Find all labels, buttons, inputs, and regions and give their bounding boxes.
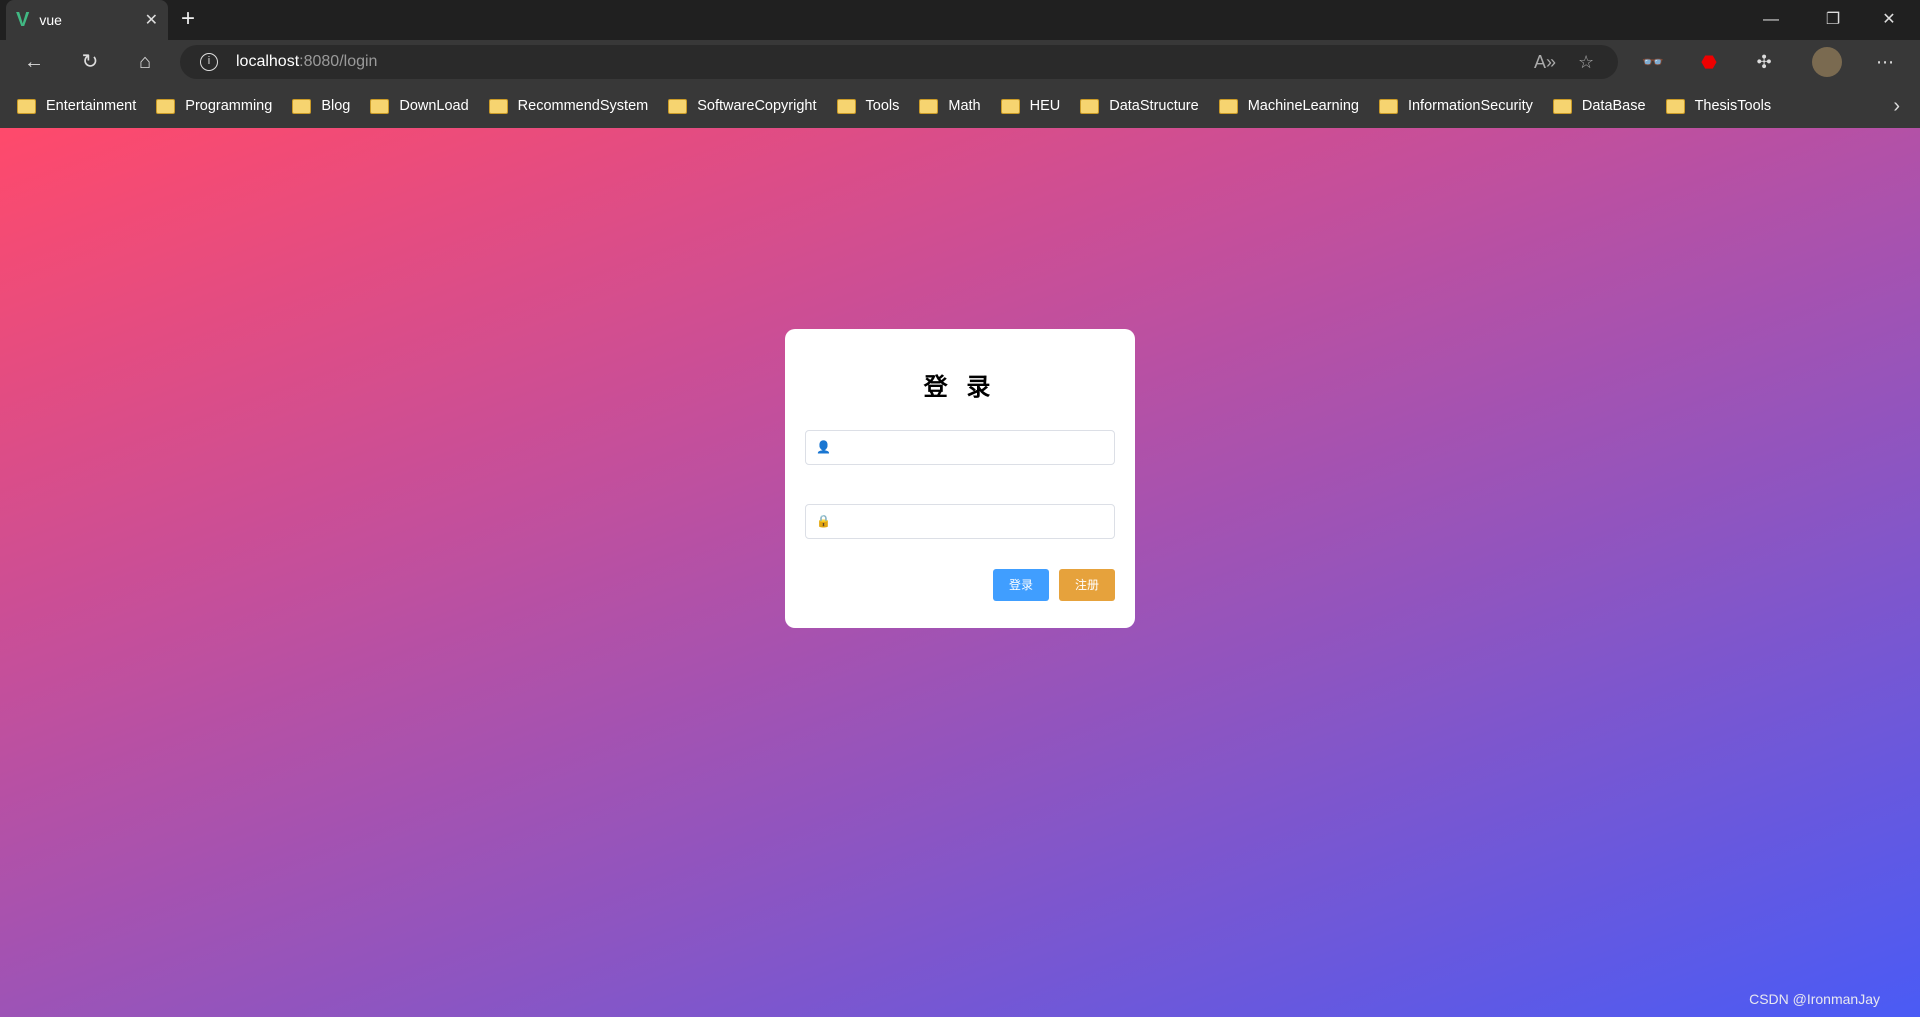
folder-icon xyxy=(1218,98,1238,114)
bookmark-label: DataBase xyxy=(1581,98,1646,114)
tab-bar: V vue ✕ + — ❐ ✕ xyxy=(0,0,1920,40)
folder-icon xyxy=(1665,98,1685,114)
folder-icon xyxy=(488,98,508,114)
bookmark-label: Math xyxy=(948,98,981,114)
bookmark-database[interactable]: DataBase xyxy=(1552,98,1646,114)
folder-icon xyxy=(1552,98,1572,114)
folder-icon xyxy=(1000,98,1020,114)
folder-icon xyxy=(370,98,390,114)
more-menu-icon[interactable]: ⋯ xyxy=(1870,47,1900,77)
bookmark-label: MachineLearning xyxy=(1247,98,1359,114)
bookmark-label: RecommendSystem xyxy=(517,98,649,114)
folder-icon xyxy=(919,98,939,114)
bookmark-label: Tools xyxy=(865,98,900,114)
bookmarks-more-icon[interactable]: › xyxy=(1893,95,1900,118)
bookmark-informationsecurity[interactable]: InformationSecurity xyxy=(1378,98,1533,114)
bookmark-label: ThesisTools xyxy=(1694,98,1772,114)
extension-glasses-icon[interactable]: 👓 xyxy=(1638,47,1668,77)
bookmark-label: Entertainment xyxy=(46,98,137,114)
login-card: 登 录 👤 🔒 登录 注册 xyxy=(785,329,1135,628)
login-page: 登 录 👤 🔒 登录 注册 CSDN @IronmanJay xyxy=(0,128,1920,1017)
bookmark-blog[interactable]: Blog xyxy=(292,98,350,114)
watermark: CSDN @IronmanJay xyxy=(1749,991,1880,1007)
tab-title: vue xyxy=(39,12,62,28)
bookmark-thesistools[interactable]: ThesisTools xyxy=(1665,98,1772,114)
avatar[interactable] xyxy=(1812,47,1842,77)
username-input[interactable]: 👤 xyxy=(805,430,1115,465)
bookmark-math[interactable]: Math xyxy=(919,98,981,114)
bookmark-label: DownLoad xyxy=(399,98,469,114)
back-icon[interactable]: ← xyxy=(18,46,50,78)
bookmark-softwarecopyright[interactable]: SoftwareCopyright xyxy=(668,98,817,114)
adblock-icon[interactable]: ⬣ xyxy=(1694,47,1724,77)
url-path: :8080/login xyxy=(299,53,378,70)
folder-icon xyxy=(1378,98,1398,114)
vue-logo-icon: V xyxy=(16,8,30,31)
bookmark-machinelearning[interactable]: MachineLearning xyxy=(1218,98,1359,114)
folder-icon xyxy=(292,98,312,114)
folder-icon xyxy=(1080,98,1100,114)
window-close-button[interactable]: ✕ xyxy=(1866,0,1912,40)
bookmark-recommendsystem[interactable]: RecommendSystem xyxy=(488,98,649,114)
bookmark-programming[interactable]: Programming xyxy=(156,98,272,114)
url-host: localhost xyxy=(236,53,300,70)
folder-icon xyxy=(668,98,688,114)
restore-button[interactable]: ❐ xyxy=(1810,0,1856,40)
add-favorite-icon[interactable]: ☆ xyxy=(1578,52,1594,73)
password-input[interactable]: 🔒 xyxy=(805,504,1115,539)
bookmarks-bar: Entertainment Programming Blog DownLoad … xyxy=(0,84,1920,128)
bookmark-label: InformationSecurity xyxy=(1407,98,1533,114)
close-tab-icon[interactable]: ✕ xyxy=(145,10,158,30)
toolbar: ← ↻ ⌂ i localhost:8080/login A» ☆ 👓 ⬣ ✣ … xyxy=(0,40,1920,84)
bookmark-label: Blog xyxy=(321,98,351,114)
folder-icon xyxy=(836,98,856,114)
bookmark-label: Programming xyxy=(185,98,273,114)
bookmark-label: SoftwareCopyright xyxy=(697,98,817,114)
bookmark-entertainment[interactable]: Entertainment xyxy=(17,98,136,114)
refresh-icon[interactable]: ↻ xyxy=(74,46,106,78)
bookmark-label: HEU xyxy=(1029,98,1061,114)
folder-icon xyxy=(17,98,36,114)
bookmark-tools[interactable]: Tools xyxy=(836,98,900,114)
tab-vue[interactable]: V vue ✕ xyxy=(6,0,168,40)
info-icon[interactable]: i xyxy=(200,53,218,71)
user-icon: 👤 xyxy=(816,440,831,454)
extensions-icon[interactable]: ✣ xyxy=(1749,47,1779,77)
new-tab-button[interactable]: + xyxy=(172,4,204,36)
login-button[interactable]: 登录 xyxy=(993,569,1049,601)
read-aloud-icon[interactable]: A» xyxy=(1534,52,1556,73)
bookmark-download[interactable]: DownLoad xyxy=(370,98,469,114)
folder-icon xyxy=(156,98,176,114)
home-icon[interactable]: ⌂ xyxy=(129,46,161,78)
bookmark-label: DataStructure xyxy=(1109,98,1199,114)
register-button[interactable]: 注册 xyxy=(1059,569,1115,601)
address-bar[interactable]: i localhost:8080/login A» ☆ xyxy=(180,45,1618,79)
bookmark-heu[interactable]: HEU xyxy=(1000,98,1061,114)
login-title: 登 录 xyxy=(923,374,997,401)
minimize-button[interactable]: — xyxy=(1748,0,1794,40)
lock-icon: 🔒 xyxy=(816,514,831,528)
bookmark-datastructure[interactable]: DataStructure xyxy=(1080,98,1199,114)
